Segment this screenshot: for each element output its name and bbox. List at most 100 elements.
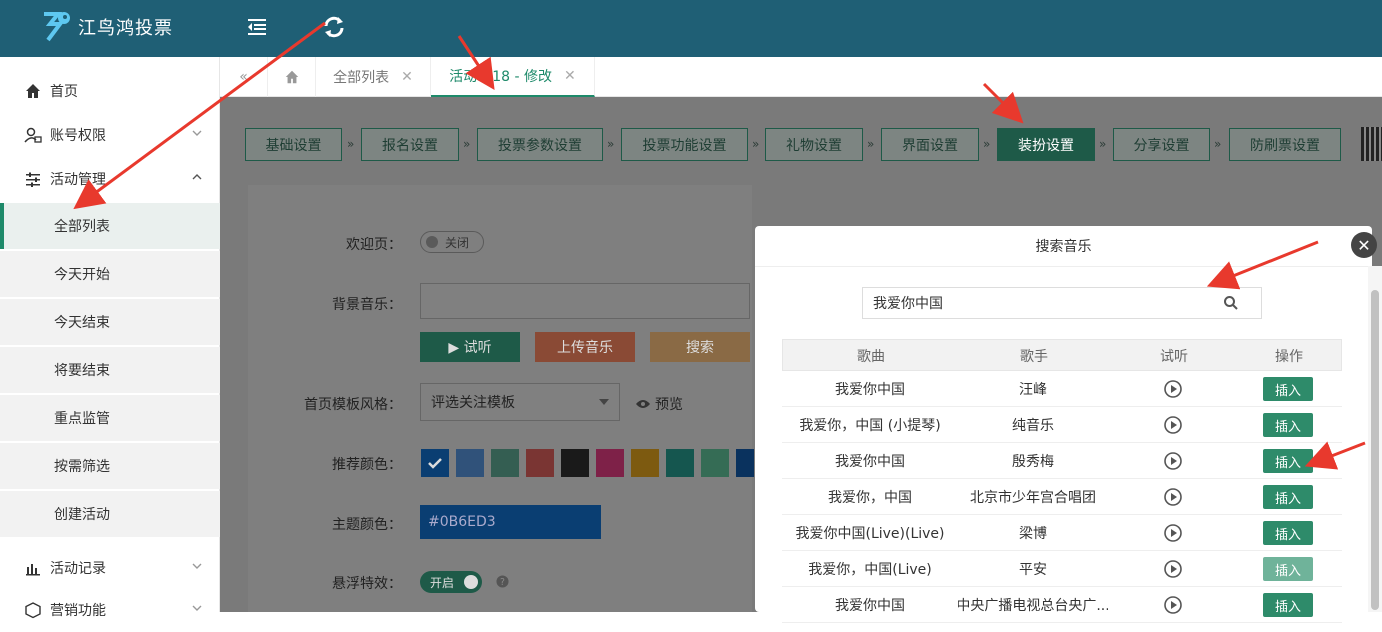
- sidebar-item-marketing[interactable]: 营销功能: [0, 588, 220, 632]
- step-interface[interactable]: 界面设置: [881, 128, 979, 161]
- play-cell: [1108, 587, 1238, 623]
- logo-icon: [44, 12, 70, 42]
- scrollbar-thumb[interactable]: [1371, 290, 1379, 610]
- sidebar-sub-ending-soon[interactable]: 将要结束: [0, 347, 220, 393]
- singer-cell: 梁博: [1019, 526, 1047, 542]
- play-icon[interactable]: [1163, 487, 1183, 507]
- singer-cell: 平安: [1019, 562, 1047, 578]
- action-cell: 插入: [1238, 515, 1338, 551]
- insert-button[interactable]: 插入: [1263, 521, 1313, 545]
- singer-cell: 北京市少年宫合唱团: [970, 490, 1096, 506]
- step-share[interactable]: 分享设置: [1113, 128, 1210, 161]
- play-icon[interactable]: [1163, 595, 1183, 615]
- sidebar-sub-filter[interactable]: 按需筛选: [0, 443, 220, 489]
- sidebar-item-activity[interactable]: 活动管理: [0, 157, 220, 201]
- sidebar-sub-monitor[interactable]: 重点监管: [0, 395, 220, 441]
- step-arrow-icon: »: [1214, 137, 1222, 151]
- sidebar-item-home[interactable]: 首页: [0, 69, 220, 113]
- search-value: 我爱你中国: [873, 296, 943, 312]
- step-anti-fraud[interactable]: 防刷票设置: [1229, 128, 1341, 161]
- cube-icon: [25, 602, 41, 619]
- step-vote-params[interactable]: 投票参数设置: [477, 128, 603, 161]
- tab-home-icon[interactable]: [268, 57, 316, 97]
- table-row: 我爱你，中国 北京市少年宫合唱团 插入: [782, 479, 1342, 515]
- action-cell: 插入: [1238, 407, 1338, 443]
- play-icon[interactable]: [1163, 523, 1183, 543]
- song-cell: 我爱你中国: [835, 382, 905, 398]
- tab-bar: « 全部列表 ✕ 活动ID18 - 修改 ✕: [220, 57, 1382, 97]
- step-signup[interactable]: 报名设置: [361, 128, 459, 161]
- table-row: 我爱你，中国 (小提琴) 纯音乐 插入: [782, 407, 1342, 443]
- close-icon[interactable]: ✕: [564, 68, 576, 84]
- step-basic[interactable]: 基础设置: [245, 128, 342, 161]
- search-icon[interactable]: [1223, 295, 1239, 311]
- step-arrow-icon: »: [463, 137, 471, 151]
- home-icon: [26, 84, 40, 98]
- table-row: 我爱你中国 殷秀梅 插入: [782, 443, 1342, 479]
- step-arrow-icon: »: [347, 137, 355, 151]
- action-cell: 插入: [1238, 551, 1338, 587]
- sidebar-sub-create[interactable]: 创建活动: [0, 491, 220, 537]
- col-action: 操作: [1275, 349, 1303, 365]
- chevron-down-icon: [192, 130, 202, 136]
- table-row: 我爱你中国(Live)(Live) 梁博 插入: [782, 515, 1342, 551]
- modal-title: 搜索音乐: [755, 226, 1372, 267]
- user-lock-icon: [24, 127, 42, 143]
- insert-button[interactable]: 插入: [1263, 557, 1313, 581]
- insert-button[interactable]: 插入: [1263, 449, 1313, 473]
- action-cell: 插入: [1238, 443, 1338, 479]
- sidebar-item-account[interactable]: 账号权限: [0, 113, 220, 157]
- table-header: 歌曲 歌手 试听 操作: [782, 339, 1342, 371]
- table-row: 我爱你中国 中央广播电视总台央广... 插入: [782, 587, 1342, 623]
- chevron-down-icon: [192, 563, 202, 569]
- step-arrow-icon: »: [607, 137, 615, 151]
- music-search-input[interactable]: 我爱你中国: [862, 287, 1262, 319]
- col-singer: 歌手: [1020, 349, 1048, 365]
- step-decoration[interactable]: 装扮设置: [997, 128, 1095, 161]
- song-cell: 我爱你中国(Live)(Live): [795, 526, 945, 542]
- tab-label: 活动ID18 - 修改: [449, 69, 552, 85]
- tab-all-list[interactable]: 全部列表 ✕: [316, 57, 431, 97]
- insert-button[interactable]: 插入: [1263, 413, 1313, 437]
- singer-cell: 纯音乐: [1012, 418, 1054, 434]
- tabs-scroll-left-icon[interactable]: «: [220, 57, 268, 97]
- collapse-menu-icon[interactable]: [244, 14, 270, 40]
- tab-label: 全部列表: [333, 70, 390, 86]
- sidebar-sub-today-start[interactable]: 今天开始: [0, 251, 220, 297]
- step-vote-features[interactable]: 投票功能设置: [621, 128, 748, 161]
- play-icon[interactable]: [1163, 379, 1183, 399]
- sidebar-sub-today-end[interactable]: 今天结束: [0, 299, 220, 345]
- song-cell: 我爱你，中国: [828, 490, 912, 506]
- insert-button[interactable]: 插入: [1263, 377, 1313, 401]
- play-icon[interactable]: [1163, 451, 1183, 471]
- modal-scrollbar[interactable]: [1368, 266, 1382, 612]
- play-icon[interactable]: [1163, 415, 1183, 435]
- table-row: 我爱你，中国(Live) 平安 插入: [782, 551, 1342, 587]
- step-gifts[interactable]: 礼物设置: [765, 128, 863, 161]
- sliders-icon: [26, 172, 40, 187]
- play-cell: [1108, 371, 1238, 407]
- search-music-modal: 搜索音乐 我爱你中国 歌曲 歌手 试听 操作 我爱你中国 汪峰 插入 我爱你，中国 (…: [755, 226, 1372, 623]
- sidebar-sub-all-list[interactable]: 全部列表: [0, 203, 220, 249]
- table-row: 我爱你中国 汪峰 插入: [782, 371, 1342, 407]
- action-cell: 插入: [1238, 587, 1338, 623]
- action-cell: 插入: [1238, 371, 1338, 407]
- qr-code-icon[interactable]: [1361, 127, 1382, 161]
- close-icon[interactable]: ✕: [401, 69, 413, 85]
- play-icon[interactable]: [1163, 559, 1183, 579]
- singer-cell: 汪峰: [1019, 382, 1047, 398]
- sidebar-item-records[interactable]: 活动记录: [0, 546, 220, 590]
- app-title: 江鸟鸿投票: [78, 18, 173, 39]
- tab-activity-edit[interactable]: 活动ID18 - 修改 ✕: [431, 57, 595, 97]
- step-arrow-icon: »: [867, 137, 875, 151]
- song-cell: 我爱你，中国 (小提琴): [799, 418, 941, 434]
- modal-close-icon[interactable]: ✕: [1351, 232, 1377, 258]
- song-cell: 我爱你中国: [835, 454, 905, 470]
- singer-cell: 殷秀梅: [1012, 454, 1054, 470]
- action-cell: 插入: [1238, 479, 1338, 515]
- insert-button[interactable]: 插入: [1263, 485, 1313, 509]
- insert-button[interactable]: 插入: [1263, 593, 1313, 617]
- play-cell: [1108, 551, 1238, 587]
- sidebar: 首页 账号权限 活动管理 全部列表 今天开始 今天结束 将要结束 重点监管 按需…: [0, 57, 220, 619]
- refresh-icon[interactable]: [321, 14, 347, 40]
